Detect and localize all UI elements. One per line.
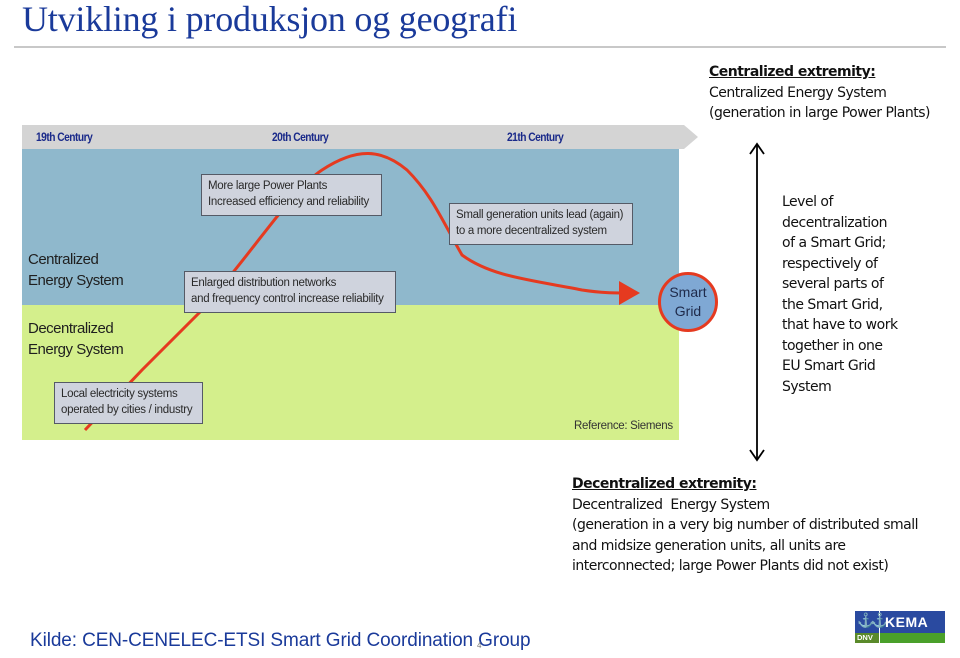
centralized-extremity-heading: Centralized extremity:	[709, 64, 876, 80]
axis-description-line: of a Smart Grid;	[782, 235, 886, 251]
decentralized-extremity-heading: Decentralized extremity:	[572, 476, 757, 492]
axis-description-line: respectively of	[782, 255, 878, 272]
axis-description-line: together in one	[782, 337, 883, 354]
title-divider	[14, 46, 946, 48]
slide-title: Utvikling i produksjon og geografi	[22, 0, 518, 39]
decentralized-extremity-line: and midsize generation units, all units …	[572, 537, 846, 554]
anchor-icon: ⚓⚓	[857, 612, 889, 628]
note-line: Local electricity systems	[61, 388, 178, 400]
smart-grid-label-line: Smart	[669, 284, 707, 300]
note-line: and frequency control increase reliabili…	[191, 293, 384, 305]
decentralized-extremity-line: (generation in a very big number of dist…	[572, 517, 919, 533]
source-citation: Kilde: CEN-CENELEC-ETSI Smart Grid Coord…	[30, 630, 531, 651]
axis-description-line: several parts of	[782, 276, 884, 292]
logo-brand: KEMA	[885, 614, 929, 630]
note-line: operated by cities / industry	[61, 404, 193, 416]
note-local-electricity-systems: Local electricity systems operated by ci…	[54, 382, 203, 424]
logo-sub: DNV	[857, 633, 873, 642]
note-large-power-plants: More large Power Plants Increased effici…	[201, 174, 382, 216]
decentralized-extremity: Decentralized extremity: Decentralized E…	[572, 474, 919, 577]
note-line: Small generation units lead (again)	[456, 209, 624, 221]
axis-description-line: Level of	[782, 194, 833, 210]
axis-description-line: decentralization	[782, 214, 888, 231]
decentralized-extremity-line: Decentralized Energy System	[572, 496, 770, 513]
centralized-extremity-line: Centralized Energy System	[709, 84, 887, 101]
axis-description-line: System	[782, 378, 832, 395]
note-line: to a more decentralized system	[456, 225, 607, 237]
note-line: Increased efficiency and reliability	[208, 196, 369, 208]
centralized-extremity-line: (generation in large Power Plants)	[709, 105, 931, 121]
smart-grid-label-line: Grid	[674, 303, 702, 319]
page-number: 4	[477, 641, 482, 650]
axis-description-line: that have to work	[782, 317, 898, 333]
note-line: More large Power Plants	[208, 180, 328, 192]
logo-bottom-right	[880, 633, 945, 643]
centralized-extremity: Centralized extremity: Centralized Energ…	[709, 62, 931, 124]
decentralization-axis	[749, 142, 765, 462]
note-small-generation-units: Small generation units lead (again) to a…	[449, 203, 633, 245]
axis-description-line: EU Smart Grid	[782, 358, 876, 374]
decentralized-extremity-line: interconnected; large Power Plants did n…	[572, 558, 889, 574]
reference-label: Reference: Siemens	[574, 420, 673, 432]
note-line: Enlarged distribution networks	[191, 277, 337, 289]
smart-grid-circle: Smart Grid	[658, 272, 718, 332]
kema-dnv-logo: ⚓⚓ KEMA DNV	[855, 611, 945, 643]
note-distribution-networks: Enlarged distribution networks and frequ…	[184, 271, 396, 313]
evolution-diagram: 19th Century 20th Century 21th Century C…	[22, 125, 718, 441]
axis-description: Level of decentralization of a Smart Gri…	[782, 192, 898, 397]
axis-description-line: the Smart Grid,	[782, 296, 883, 313]
